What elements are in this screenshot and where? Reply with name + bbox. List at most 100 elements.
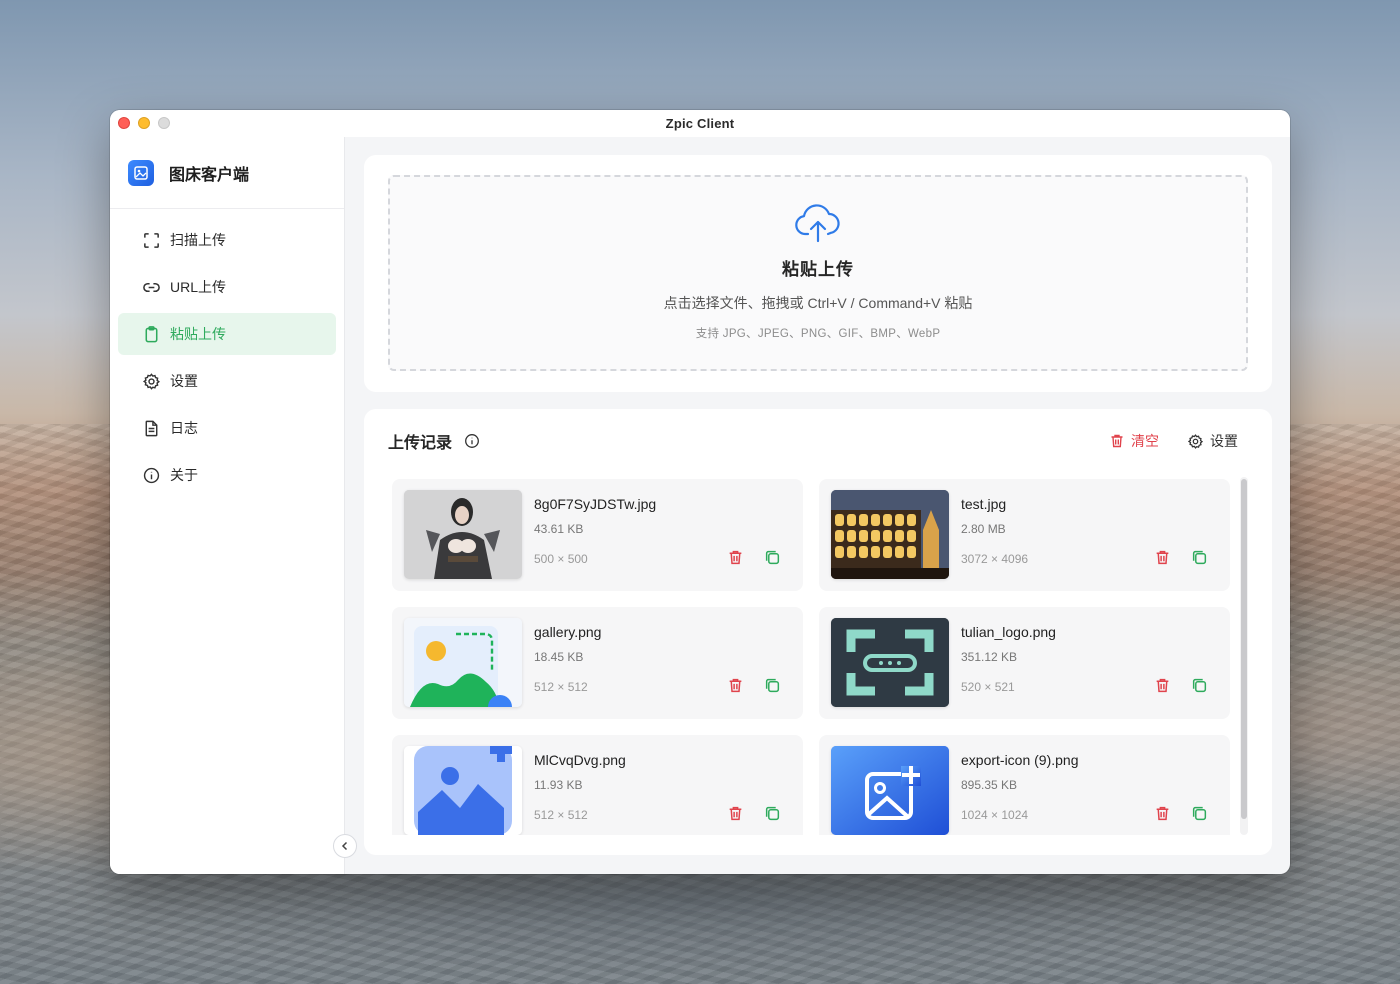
delete-button[interactable] (727, 677, 744, 694)
image-thumbnail[interactable] (404, 490, 522, 579)
clear-label: 清空 (1131, 433, 1159, 449)
history-actions: 清空 设置 (1109, 431, 1238, 451)
file-name: gallery.png (534, 624, 602, 640)
file-meta: test.jpg 2.80 MB 3072 × 4096 (961, 490, 1028, 566)
history-item: tulian_logo.png 351.12 KB 520 × 521 (819, 607, 1230, 719)
sidebar: 图床客户端 扫描上传 URL上传 粘贴上传 设置 日志 关于 (110, 137, 345, 874)
copy-button[interactable] (764, 677, 781, 694)
clear-history-button[interactable]: 清空 (1109, 431, 1159, 451)
history-settings-button[interactable]: 设置 (1187, 431, 1238, 451)
minimize-window-button[interactable] (138, 117, 150, 129)
file-size: 11.93 KB (534, 778, 583, 792)
main-content: 粘贴上传 点击选择文件、拖拽或 Ctrl+V / Command+V 粘贴 支持… (346, 137, 1290, 874)
file-meta: 8g0F7SyJDSTw.jpg 43.61 KB 500 × 500 (534, 490, 656, 566)
settings-label: 设置 (1210, 433, 1238, 449)
sidebar-item-settings[interactable]: 设置 (118, 360, 336, 402)
sidebar-item-logs[interactable]: 日志 (118, 407, 336, 449)
copy-icon (1192, 806, 1207, 821)
upload-dropzone[interactable]: 粘贴上传 点击选择文件、拖拽或 Ctrl+V / Command+V 粘贴 支持… (388, 175, 1248, 371)
sidebar-item-label: 粘贴上传 (170, 326, 226, 342)
document-icon (145, 420, 158, 436)
history-scrollbar[interactable] (1240, 477, 1248, 835)
trash-icon (1156, 550, 1169, 565)
delete-button[interactable] (1154, 549, 1171, 566)
sidebar-item-scan-upload[interactable]: 扫描上传 (118, 219, 336, 261)
image-thumbnail[interactable] (404, 746, 522, 835)
delete-button[interactable] (1154, 677, 1171, 694)
copy-icon (765, 550, 780, 565)
history-item: export-icon (9).png 895.35 KB 1024 × 102… (819, 735, 1230, 835)
file-dimensions: 520 × 521 (961, 680, 1015, 694)
trash-icon (729, 678, 742, 693)
sidebar-item-url-upload[interactable]: URL上传 (118, 266, 336, 308)
copy-icon (1192, 678, 1207, 693)
history-item: test.jpg 2.80 MB 3072 × 4096 (819, 479, 1230, 591)
upload-card: 粘贴上传 点击选择文件、拖拽或 Ctrl+V / Command+V 粘贴 支持… (364, 155, 1272, 392)
history-info-icon[interactable] (464, 433, 480, 449)
chevron-left-icon (341, 841, 348, 851)
file-meta: tulian_logo.png 351.12 KB 520 × 521 (961, 618, 1056, 694)
item-actions (1154, 805, 1208, 822)
copy-button[interactable] (1191, 549, 1208, 566)
app-window: Zpic Client 图床客户端 扫描上传 URL上传 粘贴上传 设置 日志 … (110, 110, 1290, 874)
window-title: Zpic Client (665, 116, 735, 131)
file-name: MlCvqDvg.png (534, 752, 626, 768)
history-item: gallery.png 18.45 KB 512 × 512 (392, 607, 803, 719)
delete-button[interactable] (727, 805, 744, 822)
copy-button[interactable] (764, 805, 781, 822)
copy-icon (1192, 550, 1207, 565)
trash-icon (1156, 806, 1169, 821)
sidebar-item-about[interactable]: 关于 (118, 454, 336, 496)
sidebar-item-label: 关于 (170, 467, 198, 483)
file-meta: MlCvqDvg.png 11.93 KB 512 × 512 (534, 746, 626, 822)
copy-icon (765, 806, 780, 821)
sidebar-item-paste-upload[interactable]: 粘贴上传 (118, 313, 336, 355)
image-thumbnail[interactable] (831, 490, 949, 579)
file-dimensions: 1024 × 1024 (961, 808, 1029, 822)
item-actions (727, 677, 781, 694)
copy-button[interactable] (1191, 805, 1208, 822)
history-title: 上传记录 (388, 435, 453, 452)
upload-format-hint: 支持 JPG、JPEG、PNG、GIF、BMP、WebP (695, 328, 941, 340)
close-window-button[interactable] (118, 117, 130, 129)
file-meta: export-icon (9).png 895.35 KB 1024 × 102… (961, 746, 1079, 822)
copy-button[interactable] (764, 549, 781, 566)
sidebar-item-label: 扫描上传 (170, 232, 226, 248)
trash-icon (729, 550, 742, 565)
history-grid: 8g0F7SyJDSTw.jpg 43.61 KB 500 × 500 test… (392, 479, 1230, 835)
clipboard-icon (145, 325, 158, 342)
upload-title: 粘贴上传 (782, 260, 854, 279)
gear-icon (142, 372, 160, 390)
collapse-sidebar-button[interactable] (333, 834, 357, 858)
image-thumbnail[interactable] (831, 618, 949, 707)
file-name: tulian_logo.png (961, 624, 1056, 640)
info-icon (143, 467, 160, 483)
delete-button[interactable] (727, 549, 744, 566)
history-item: 8g0F7SyJDSTw.jpg 43.61 KB 500 × 500 (392, 479, 803, 591)
trash-icon (1111, 434, 1123, 448)
image-thumbnail[interactable] (831, 746, 949, 835)
file-size: 351.12 KB (961, 650, 1018, 664)
history-scrollbar-thumb[interactable] (1241, 479, 1247, 819)
file-meta: gallery.png 18.45 KB 512 × 512 (534, 618, 601, 694)
trash-icon (729, 806, 742, 821)
history-card: 上传记录 清空 设置 8g0F7SyJDSTw.jpg 43.61 KB 500… (364, 409, 1272, 855)
delete-button[interactable] (1154, 805, 1171, 822)
sidebar-item-label: 设置 (170, 373, 198, 389)
item-actions (727, 549, 781, 566)
upload-subtitle: 点击选择文件、拖拽或 Ctrl+V / Command+V 粘贴 (663, 295, 973, 311)
zoom-window-button[interactable] (158, 117, 170, 129)
image-thumbnail[interactable] (404, 618, 522, 707)
scan-icon (144, 232, 159, 248)
copy-button[interactable] (1191, 677, 1208, 694)
brand: 图床客户端 (110, 137, 344, 209)
file-name: test.jpg (961, 496, 1007, 512)
file-name: 8g0F7SyJDSTw.jpg (534, 496, 657, 512)
link-icon (143, 282, 160, 292)
file-name: export-icon (9).png (961, 752, 1079, 768)
copy-icon (765, 678, 780, 693)
window-controls (118, 117, 170, 129)
cloud-upload-icon (795, 204, 840, 243)
file-dimensions: 512 × 512 (534, 808, 588, 822)
title-bar: Zpic Client (110, 110, 1290, 137)
